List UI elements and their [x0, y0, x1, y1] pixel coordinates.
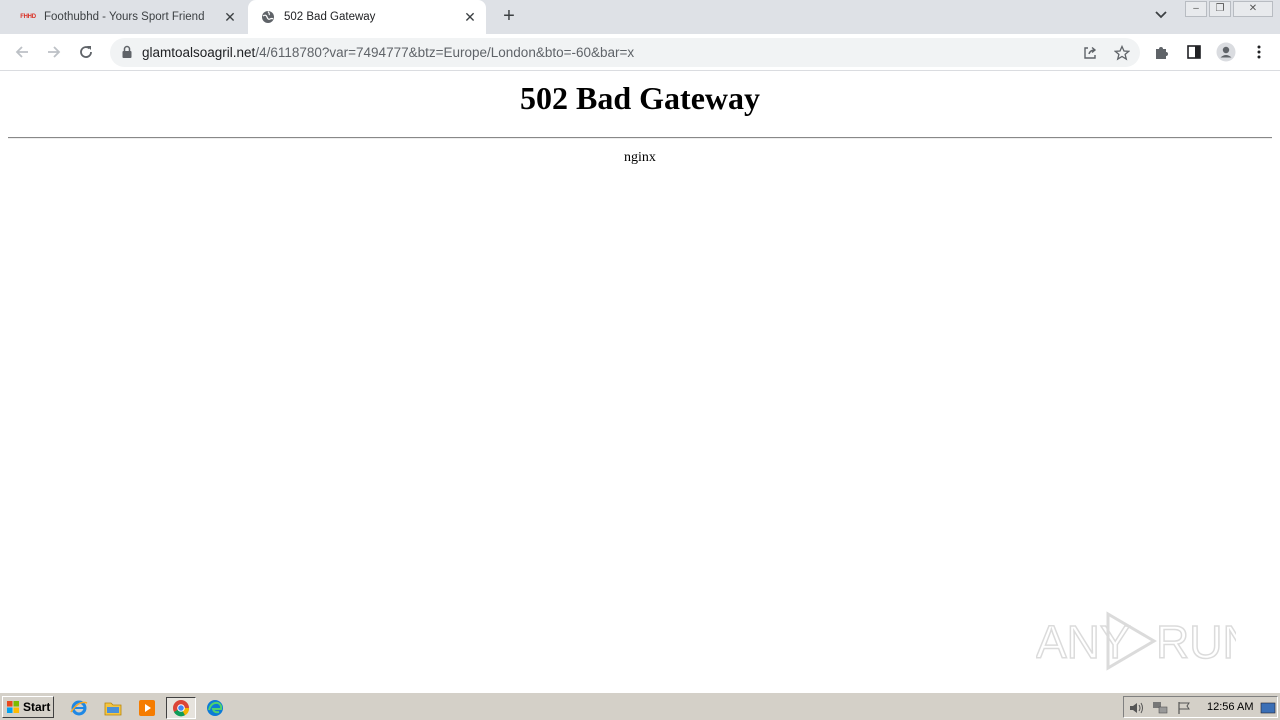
system-tray: 12:56 AM [1123, 696, 1278, 718]
extensions-puzzle-icon[interactable] [1151, 41, 1173, 63]
new-tab-button[interactable]: + [498, 6, 520, 28]
address-bar[interactable]: glamtoalsoagril.net/4/6118780?var=749477… [110, 38, 1140, 67]
tab-502-bad-gateway[interactable]: 502 Bad Gateway ✕ [248, 0, 486, 34]
url-path: /4/6118780?var=7494777&btz=Europe/London… [255, 45, 635, 60]
close-tab-icon[interactable]: ✕ [220, 7, 240, 27]
windows-logo-icon [7, 701, 19, 713]
page-title: 502 Bad Gateway [520, 80, 760, 116]
start-label: Start [23, 700, 51, 714]
side-panel-icon[interactable] [1183, 41, 1205, 63]
back-arrow-icon[interactable] [10, 40, 34, 64]
anyrun-watermark: ANY RUN [1036, 611, 1236, 671]
close-window-button[interactable]: ✕ [1233, 1, 1273, 17]
show-desktop-icon[interactable] [1260, 700, 1276, 716]
forward-arrow-icon[interactable] [42, 40, 66, 64]
file-explorer-icon[interactable] [102, 697, 124, 719]
tab-title: Foothubhd - Yours Sport Friend [44, 11, 205, 23]
globe-icon [260, 9, 276, 25]
restore-button[interactable]: ❐ [1209, 1, 1231, 17]
browser-toolbar: glamtoalsoagril.net/4/6118780?var=749477… [0, 34, 1280, 71]
tab-foothubhd[interactable]: FHHD Foothubhd - Yours Sport Friend ✕ [8, 0, 246, 34]
chrome-icon[interactable] [166, 697, 196, 719]
edge-icon[interactable] [204, 697, 226, 719]
network-icon[interactable] [1152, 700, 1168, 716]
tab-title: 502 Bad Gateway [284, 11, 376, 23]
watermark-left-text: ANY [1036, 616, 1131, 668]
action-center-flag-icon[interactable] [1176, 700, 1192, 716]
server-name: nginx [624, 150, 656, 165]
minimize-button[interactable]: – [1185, 1, 1207, 17]
watermark-right-text: RUN [1156, 616, 1236, 668]
volume-icon[interactable] [1128, 700, 1144, 716]
profile-avatar-icon[interactable] [1215, 41, 1237, 63]
url-host: glamtoalsoagril.net [142, 45, 256, 60]
page-content: 502 Bad Gateway nginx ANY RUN [0, 72, 1280, 692]
divider [8, 137, 1272, 139]
clock: 12:56 AM [1207, 701, 1254, 713]
windows-taskbar: Start 12:56 AM [0, 692, 1280, 720]
close-tab-icon[interactable]: ✕ [460, 7, 480, 27]
media-player-icon[interactable] [136, 697, 158, 719]
tab-search-chevron-icon[interactable] [1151, 8, 1171, 26]
more-menu-icon[interactable] [1248, 41, 1270, 63]
start-button[interactable]: Start [2, 696, 54, 718]
lock-icon[interactable] [121, 45, 135, 59]
foothubhd-logo-icon: FHHD [20, 14, 36, 20]
internet-explorer-icon[interactable] [68, 697, 90, 719]
url-text[interactable]: glamtoalsoagril.net/4/6118780?var=749477… [142, 45, 634, 60]
share-icon[interactable] [1080, 43, 1100, 63]
bookmark-star-icon[interactable] [1112, 43, 1132, 63]
tab-strip: FHHD Foothubhd - Yours Sport Friend ✕ 50… [0, 0, 1280, 34]
reload-icon[interactable] [74, 40, 98, 64]
